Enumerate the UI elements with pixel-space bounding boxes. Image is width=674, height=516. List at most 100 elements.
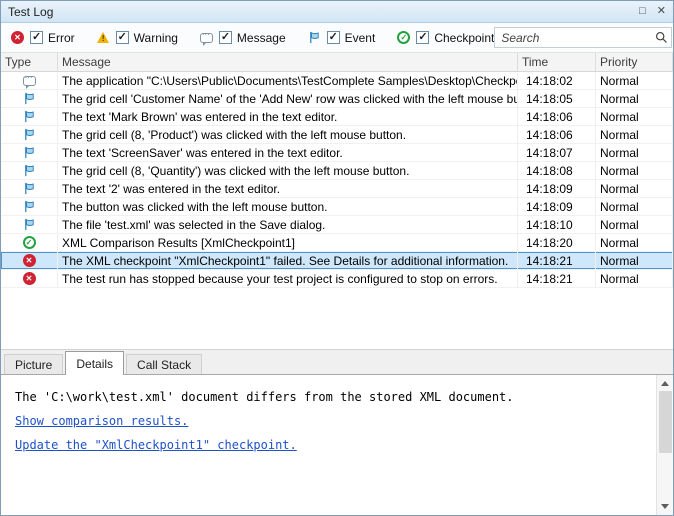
row-message-cell: The XML checkpoint "XmlCheckpoint1" fail…	[58, 252, 518, 269]
row-type-cell: ✕	[1, 252, 58, 269]
tab-details[interactable]: Details	[65, 351, 124, 375]
filter-label: Warning	[134, 31, 178, 45]
test-log-window: Test Log □ ✕ ✕Error!WarningMessageEvent✓…	[0, 0, 674, 516]
row-time-cell: 14:18:02	[518, 72, 596, 89]
table-row[interactable]: The file 'test.xml' was selected in the …	[1, 216, 673, 234]
scroll-up-button[interactable]	[658, 376, 673, 391]
row-priority-cell: Normal	[596, 162, 673, 179]
row-priority-cell: Normal	[596, 144, 673, 161]
event-icon	[22, 109, 37, 124]
row-priority-cell: Normal	[596, 90, 673, 107]
row-priority-cell: Normal	[596, 180, 673, 197]
row-priority-cell: Normal	[596, 252, 673, 269]
filter-checkbox-message[interactable]	[219, 31, 232, 44]
row-time-cell: 14:18:09	[518, 180, 596, 197]
filter-checkbox-error[interactable]	[30, 31, 43, 44]
scroll-down-button[interactable]	[658, 499, 673, 514]
update-checkpoint-link[interactable]: Update the "XmlCheckpoint1" checkpoint.	[15, 433, 642, 457]
row-priority-cell: Normal	[596, 126, 673, 143]
row-time-cell: 14:18:08	[518, 162, 596, 179]
row-type-cell	[1, 162, 58, 179]
filter-group-list: ✕Error!WarningMessageEvent✓Checkpoint	[10, 30, 494, 45]
table-row[interactable]: ✕The test run has stopped because your t…	[1, 270, 673, 288]
row-priority-cell: Normal	[596, 72, 673, 89]
table-row[interactable]: The button was clicked with the left mou…	[1, 198, 673, 216]
tab-call-stack[interactable]: Call Stack	[126, 354, 202, 374]
row-type-cell	[1, 180, 58, 197]
table-row[interactable]: The application "C:\Users\Public\Documen…	[1, 72, 673, 90]
search-box	[494, 27, 672, 48]
filter-group-checkpoint: ✓ Checkpoint	[396, 30, 494, 45]
up-arrow-icon	[661, 381, 669, 386]
filter-checkbox-checkpoint[interactable]	[416, 31, 429, 44]
row-type-cell: ✓	[1, 234, 58, 251]
error-icon: ✕	[10, 30, 25, 45]
table-row[interactable]: The text 'ScreenSaver' was entered in th…	[1, 144, 673, 162]
message-icon	[22, 73, 37, 88]
table-row[interactable]: The text 'Mark Brown' was entered in the…	[1, 108, 673, 126]
row-priority-cell: Normal	[596, 270, 673, 287]
event-icon	[22, 199, 37, 214]
row-message-cell: The text 'Mark Brown' was entered in the…	[58, 108, 518, 125]
table-row[interactable]: The text '2' was entered in the text edi…	[1, 180, 673, 198]
table-row[interactable]: ✕ The XML checkpoint "XmlCheckpoint1" fai…	[1, 252, 673, 270]
row-type-cell	[1, 198, 58, 215]
table-row[interactable]: The grid cell (8, 'Quantity') was clicke…	[1, 162, 673, 180]
window-title: Test Log	[8, 5, 53, 19]
row-type-cell	[1, 126, 58, 143]
event-icon	[307, 30, 322, 45]
column-header-type[interactable]: Type	[1, 53, 58, 71]
row-priority-cell: Normal	[596, 108, 673, 125]
titlebar: Test Log □ ✕	[1, 1, 673, 23]
column-header-message[interactable]: Message	[58, 53, 518, 71]
details-content: The 'C:\work\test.xml' document differs …	[1, 375, 656, 515]
row-message-cell: The file 'test.xml' was selected in the …	[58, 216, 518, 233]
filter-group-error: ✕Error	[10, 30, 75, 45]
details-scrollbar[interactable]	[656, 375, 673, 515]
filter-checkbox-warning[interactable]	[116, 31, 129, 44]
event-icon	[22, 91, 37, 106]
filter-toolbar: ✕Error!WarningMessageEvent✓Checkpoint	[1, 23, 673, 53]
error-icon: ✕	[22, 253, 37, 268]
event-icon	[22, 127, 37, 142]
table-header: Type Message Time Priority	[1, 53, 673, 72]
error-icon: ✕	[22, 271, 37, 286]
row-type-cell	[1, 90, 58, 107]
table-row[interactable]: ✓XML Comparison Results [XmlCheckpoint1]…	[1, 234, 673, 252]
row-message-cell: The text '2' was entered in the text edi…	[58, 180, 518, 197]
row-time-cell: 14:18:07	[518, 144, 596, 161]
column-header-priority[interactable]: Priority	[596, 53, 673, 71]
row-message-cell: The grid cell (8, 'Product') was clicked…	[58, 126, 518, 143]
window-controls: □ ✕	[639, 6, 666, 17]
search-input[interactable]	[494, 27, 672, 48]
row-priority-cell: Normal	[596, 234, 673, 251]
details-message: The 'C:\work\test.xml' document differs …	[15, 385, 642, 409]
row-message-cell: The text 'ScreenSaver' was entered in th…	[58, 144, 518, 161]
table-row[interactable]: The grid cell (8, 'Product') was clicked…	[1, 126, 673, 144]
row-time-cell: 14:18:06	[518, 108, 596, 125]
maximize-button[interactable]: □	[639, 6, 646, 17]
scroll-thumb[interactable]	[659, 391, 672, 453]
column-header-time[interactable]: Time	[518, 53, 596, 71]
message-icon	[199, 30, 214, 45]
row-type-cell	[1, 144, 58, 161]
show-comparison-results-link[interactable]: Show comparison results.	[15, 409, 642, 433]
filter-label: Checkpoint	[434, 31, 494, 45]
filter-label: Message	[237, 31, 286, 45]
table-row[interactable]: The grid cell 'Customer Name' of the 'Ad…	[1, 90, 673, 108]
row-message-cell: The application "C:\Users\Public\Documen…	[58, 72, 518, 89]
checkpoint-icon: ✓	[22, 235, 37, 250]
scroll-track[interactable]	[658, 391, 673, 499]
tab-picture[interactable]: Picture	[4, 354, 63, 374]
filter-checkbox-event[interactable]	[327, 31, 340, 44]
checkpoint-icon: ✓	[396, 30, 411, 45]
row-time-cell: 14:18:21	[518, 252, 596, 269]
row-time-cell: 14:18:10	[518, 216, 596, 233]
table-body: The application "C:\Users\Public\Documen…	[1, 72, 673, 288]
close-button[interactable]: ✕	[657, 6, 666, 17]
row-message-cell: The button was clicked with the left mou…	[58, 198, 518, 215]
row-time-cell: 14:18:06	[518, 126, 596, 143]
row-type-cell	[1, 216, 58, 233]
event-icon	[22, 163, 37, 178]
details-tabbar: PictureDetailsCall Stack	[1, 349, 673, 374]
